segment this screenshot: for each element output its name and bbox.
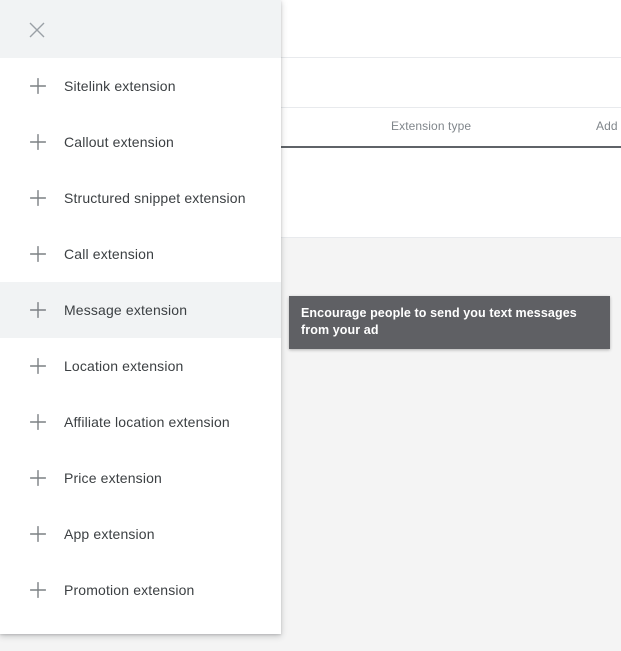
menu-item-label: Location extension	[64, 358, 184, 374]
menu-item-structured-snippet-extension[interactable]: Structured snippet extension	[0, 170, 281, 226]
menu-item-label: App extension	[64, 526, 155, 542]
plus-icon	[27, 581, 49, 599]
menu-item-affiliate-location-extension[interactable]: Affiliate location extension	[0, 394, 281, 450]
menu-item-label: Message extension	[64, 302, 188, 318]
menu-item-callout-extension[interactable]: Callout extension	[0, 114, 281, 170]
plus-icon	[27, 133, 49, 151]
extension-menu-list: Sitelink extension Callout extension Struc…	[0, 58, 281, 618]
menu-item-label: Price extension	[64, 470, 162, 486]
menu-item-label: Sitelink extension	[64, 78, 176, 94]
menu-item-price-extension[interactable]: Price extension	[0, 450, 281, 506]
menu-item-sitelink-extension[interactable]: Sitelink extension	[0, 58, 281, 114]
plus-icon	[27, 77, 49, 95]
menu-item-message-extension[interactable]: Message extension	[0, 282, 281, 338]
plus-icon	[27, 469, 49, 487]
menu-item-location-extension[interactable]: Location extension	[0, 338, 281, 394]
plus-icon	[27, 189, 49, 207]
menu-item-label: Call extension	[64, 246, 155, 262]
menu-item-label: Callout extension	[64, 134, 174, 150]
plus-icon	[27, 525, 49, 543]
extension-type-panel: Sitelink extension Callout extension Struc…	[0, 0, 281, 634]
tooltip: Encourage people to send you text messag…	[289, 296, 610, 349]
menu-item-label: Structured snippet extension	[64, 190, 246, 206]
menu-item-label: Promotion extension	[64, 582, 195, 598]
menu-item-promotion-extension[interactable]: Promotion extension	[0, 562, 281, 618]
plus-icon	[27, 413, 49, 431]
panel-header	[0, 0, 281, 58]
menu-item-call-extension[interactable]: Call extension	[0, 226, 281, 282]
close-button[interactable]	[21, 14, 53, 46]
menu-item-label: Affiliate location extension	[64, 414, 230, 430]
plus-icon	[27, 357, 49, 375]
column-header-add[interactable]: Add	[596, 119, 618, 133]
menu-item-app-extension[interactable]: App extension	[0, 506, 281, 562]
close-icon	[27, 20, 47, 40]
plus-icon	[27, 301, 49, 319]
column-header-extension-type[interactable]: Extension type	[391, 119, 471, 133]
plus-icon	[27, 245, 49, 263]
